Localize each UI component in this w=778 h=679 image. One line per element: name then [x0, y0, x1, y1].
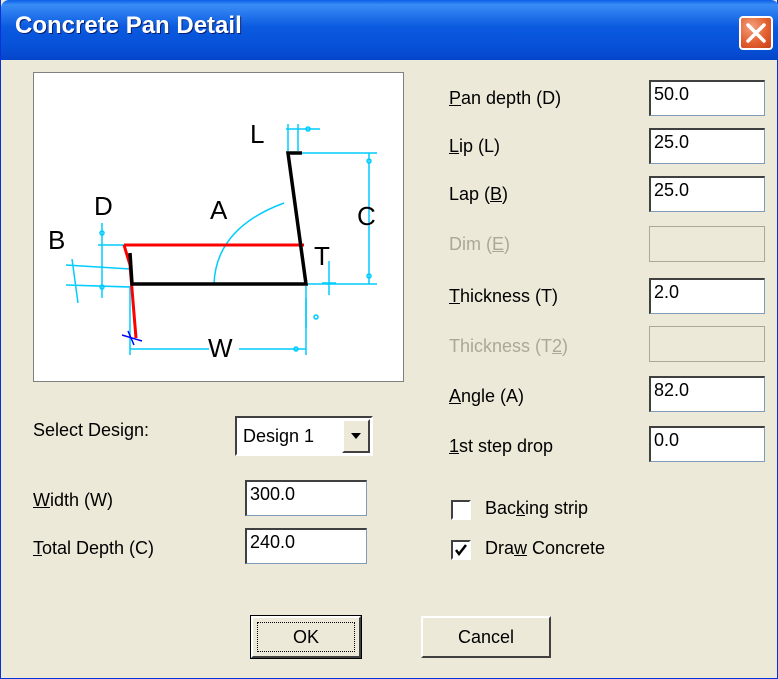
backing-strip-checkbox[interactable]	[451, 500, 471, 520]
design-select[interactable]: Design 1	[235, 416, 373, 456]
angle-field[interactable]: 82.0	[649, 376, 765, 412]
lip-label: Lip (L)	[449, 136, 501, 156]
lap-label: Lap (B)	[449, 184, 509, 204]
design-dropdown-button[interactable]	[342, 419, 370, 453]
step-drop-field[interactable]: 0.0	[649, 426, 765, 462]
label-C: C	[357, 201, 376, 231]
pan-detail-diagram: L D A C B T W	[48, 119, 377, 363]
cancel-button-label: Cancel	[457, 627, 515, 647]
close-button[interactable]	[739, 16, 773, 50]
thickness2-label: Thickness (T2)	[449, 336, 569, 356]
close-icon	[746, 23, 766, 43]
total-depth-field[interactable]: 240.0	[245, 528, 367, 564]
label-D: D	[94, 191, 113, 221]
title-bar[interactable]: Concrete Pan Detail	[1, 0, 778, 60]
label-W: W	[208, 333, 233, 363]
pan-depth-label: Pan depth (D)	[449, 88, 562, 108]
design-select-value: Design 1	[243, 426, 315, 446]
angle-label: Angle (A)	[449, 386, 525, 406]
select-design-label: Select Design:	[33, 420, 150, 440]
thickness-label: Thickness (T)	[449, 286, 559, 306]
pan-preview-image: L D A C B T W	[33, 72, 404, 382]
thickness2-field	[649, 326, 765, 362]
draw-concrete-checkbox[interactable]	[451, 540, 471, 560]
checkmark-icon	[455, 544, 467, 557]
window-title: Concrete Pan Detail	[15, 12, 242, 39]
width-field[interactable]: 300.0	[245, 480, 367, 516]
dim-label: Dim (E)	[449, 234, 511, 254]
lap-field[interactable]: 25.0	[649, 176, 765, 212]
thickness-field[interactable]: 2.0	[649, 278, 765, 314]
pan-depth-field[interactable]: 50.0	[649, 80, 765, 116]
draw-concrete-label: Draw Concrete	[485, 538, 606, 558]
chevron-down-icon	[351, 433, 361, 439]
label-L: L	[250, 119, 264, 149]
cancel-button[interactable]: Cancel	[421, 616, 551, 658]
total-depth-label: Total Depth (C)	[33, 538, 155, 558]
step-drop-label: 1st step drop	[449, 436, 554, 456]
concrete-pan-detail-dialog: Concrete Pan Detail L D A C B T W Pan de…	[0, 0, 778, 679]
width-label: Width (W)	[33, 490, 113, 510]
lip-field[interactable]: 25.0	[649, 128, 765, 164]
label-B: B	[48, 225, 65, 255]
label-T: T	[314, 241, 330, 271]
ok-button[interactable]: OK	[250, 615, 362, 659]
backing-strip-label: Backing strip	[485, 498, 589, 518]
focus-rect	[257, 622, 355, 652]
label-A: A	[210, 195, 228, 225]
dim-field	[649, 226, 765, 262]
